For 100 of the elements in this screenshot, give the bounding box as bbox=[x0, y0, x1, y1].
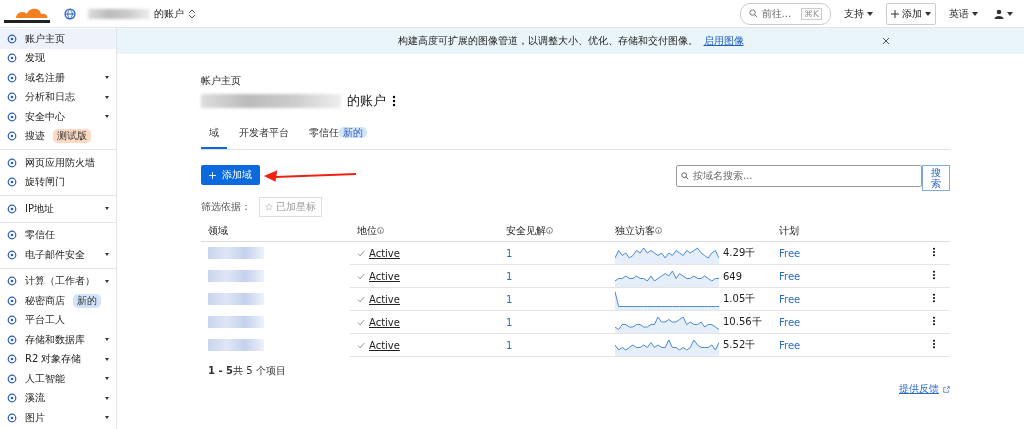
caret-icon bbox=[105, 357, 109, 361]
sidebar-item[interactable]: 旋转闸门 bbox=[0, 172, 116, 192]
status-link[interactable]: Active bbox=[369, 247, 400, 259]
plus-icon bbox=[891, 9, 899, 18]
plan-link[interactable]: Free bbox=[779, 247, 801, 259]
sidebar-item[interactable]: 账户主页 bbox=[0, 29, 116, 49]
redacted-domain-name bbox=[208, 339, 264, 351]
caret-icon bbox=[105, 115, 109, 119]
check-icon bbox=[357, 249, 365, 257]
plus-icon bbox=[209, 171, 216, 179]
info-icon bbox=[546, 227, 553, 234]
dropdown-menu-button[interactable]: 英语 bbox=[946, 4, 981, 23]
search-button[interactable]: 搜索 bbox=[922, 165, 950, 191]
caret-icon bbox=[105, 253, 109, 257]
redacted-domain-name bbox=[208, 270, 264, 282]
caret-icon bbox=[105, 279, 109, 283]
caret-icon bbox=[105, 416, 109, 420]
sidebar-item[interactable]: 发现 bbox=[0, 48, 116, 68]
sidebar-item[interactable]: 分析和日志 bbox=[0, 87, 116, 107]
search-icon bbox=[681, 172, 689, 180]
sidebar-item[interactable]: 搜迹 测试版 bbox=[0, 126, 116, 146]
redacted-account-name bbox=[88, 8, 150, 19]
check-icon bbox=[357, 341, 365, 349]
status-link[interactable]: Active bbox=[369, 316, 400, 328]
sidebar-item[interactable]: 秘密商店 新的 bbox=[0, 291, 116, 311]
check-icon bbox=[357, 272, 365, 280]
plan-link[interactable]: Free bbox=[779, 270, 801, 282]
feedback-link[interactable]: 提供反馈 bbox=[899, 382, 939, 396]
column-header: 安全见解 bbox=[506, 225, 546, 236]
sidebar-item[interactable]: 平台工人 bbox=[0, 310, 116, 330]
caret-icon bbox=[105, 207, 109, 211]
banner-message: 构建高度可扩展的图像管道，以调整大小、优化、存储和交付图像。 bbox=[397, 34, 698, 48]
search-field[interactable]: 前往... ⌘K bbox=[739, 2, 831, 25]
table-cell: 1 bbox=[506, 316, 513, 328]
search-field[interactable]: 按域名搜索... bbox=[676, 165, 922, 187]
table-cell: 1 bbox=[506, 339, 513, 351]
sidebar-item[interactable]: 计算（工作者） bbox=[0, 271, 116, 291]
plan-link[interactable]: Free bbox=[779, 339, 801, 351]
sidebar-item[interactable]: 安全中心 bbox=[0, 107, 116, 127]
caret-icon bbox=[105, 396, 109, 400]
sidebar-item[interactable]: 图片 bbox=[0, 408, 116, 428]
add-domain-button[interactable]: 添加域 bbox=[201, 165, 260, 185]
chevron-updown-icon[interactable] bbox=[188, 8, 196, 19]
kebab-menu-icon[interactable] bbox=[932, 339, 936, 349]
plan-link[interactable]: Free bbox=[779, 316, 801, 328]
tab[interactable]: 开发者平台 bbox=[231, 122, 297, 149]
status-link[interactable]: Active bbox=[369, 270, 400, 282]
kebab-menu-icon[interactable] bbox=[932, 247, 936, 257]
table-cell: 1 bbox=[506, 270, 513, 282]
external-link-icon[interactable] bbox=[943, 385, 950, 393]
arrow-icon bbox=[262, 168, 358, 182]
check-icon bbox=[357, 318, 365, 326]
caret-icon bbox=[105, 76, 109, 80]
page-title: 的账户 bbox=[347, 92, 386, 110]
sidebar-item[interactable]: R2 对象存储 bbox=[0, 349, 116, 369]
kebab-menu-icon[interactable] bbox=[932, 293, 936, 303]
info-icon bbox=[377, 227, 384, 234]
sidebar-item[interactable]: 零信任 bbox=[0, 225, 116, 245]
check-icon bbox=[357, 295, 365, 303]
table-cell: 4.29千 bbox=[723, 246, 756, 260]
tab[interactable]: 域 bbox=[201, 122, 227, 149]
pagination-info: 1 - 5共 5 个项目 bbox=[208, 364, 287, 378]
status-link[interactable]: Active bbox=[369, 293, 400, 305]
redacted-domain-name bbox=[208, 247, 264, 259]
sidebar-item[interactable]: 网页应用防火墙 bbox=[0, 153, 116, 173]
caret-icon bbox=[105, 338, 109, 342]
filter-label: 筛选依据： bbox=[201, 200, 251, 214]
star-icon bbox=[265, 203, 273, 211]
tab[interactable]: 零信任 新的 bbox=[301, 122, 375, 149]
table-cell: 1 bbox=[506, 247, 513, 259]
kebab-menu-icon[interactable] bbox=[932, 316, 936, 326]
column-header: 领域 bbox=[208, 225, 228, 236]
breadcrumb: 帐户主页 bbox=[201, 74, 242, 88]
add-menu-button[interactable]: 添加 bbox=[886, 2, 936, 25]
close-icon[interactable] bbox=[882, 37, 890, 45]
sidebar-item[interactable]: 人工智能 bbox=[0, 369, 116, 389]
status-badge: 测试版 bbox=[53, 129, 91, 144]
kebab-menu-icon[interactable] bbox=[932, 270, 936, 280]
sidebar-item[interactable]: 溪流 bbox=[0, 388, 116, 408]
table-cell: 1.05千 bbox=[723, 292, 756, 306]
sidebar-item[interactable]: 电子邮件安全 bbox=[0, 245, 116, 265]
plan-link[interactable]: Free bbox=[779, 293, 801, 305]
caret-icon bbox=[105, 95, 109, 99]
search-icon bbox=[748, 9, 758, 18]
column-header: 地位 bbox=[357, 225, 377, 236]
column-header: 独立访客 bbox=[615, 225, 655, 236]
status-badge: 新的 bbox=[73, 293, 101, 308]
sidebar-item[interactable]: IP地址 bbox=[0, 199, 116, 219]
info-icon bbox=[655, 227, 662, 234]
table-cell: 1 bbox=[506, 293, 513, 305]
caret-icon bbox=[105, 377, 109, 381]
status-link[interactable]: Active bbox=[369, 339, 400, 351]
dropdown-menu-button[interactable]: 支持 bbox=[841, 4, 876, 23]
shortcut-hint: ⌘K bbox=[801, 7, 822, 20]
account-name[interactable]: 的账户 bbox=[154, 6, 184, 21]
kebab-menu-icon[interactable] bbox=[392, 95, 396, 107]
sidebar-item[interactable]: 域名注册 bbox=[0, 68, 116, 88]
enable-images-link[interactable]: 启用图像 bbox=[703, 34, 744, 48]
sidebar-item[interactable]: 存储和数据库 bbox=[0, 330, 116, 350]
user-icon bbox=[994, 8, 1004, 19]
